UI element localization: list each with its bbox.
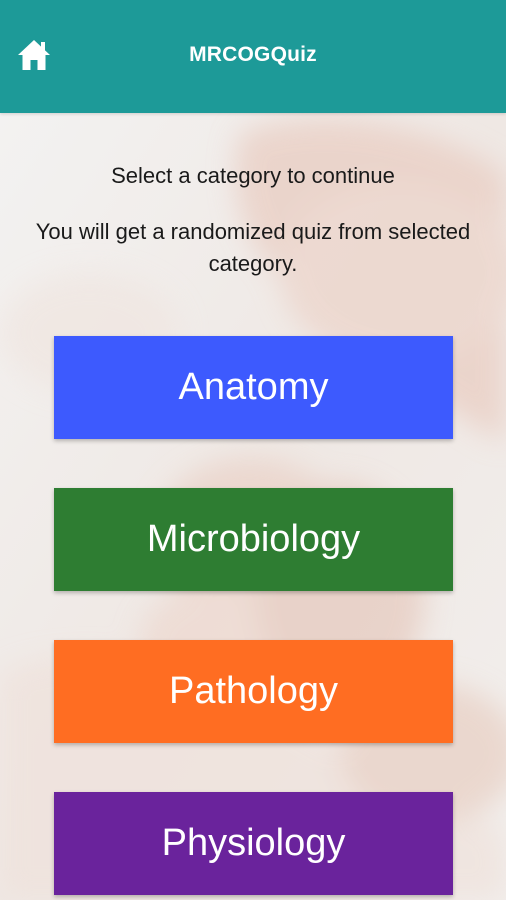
category-button-physiology[interactable]: Physiology xyxy=(54,792,453,895)
instruction-text: Select a category to continue xyxy=(111,163,395,188)
category-button-pathology[interactable]: Pathology xyxy=(54,640,453,743)
app-screen: MRCOGQuiz Select a category to continue … xyxy=(0,0,506,900)
app-title: MRCOGQuiz xyxy=(189,43,317,66)
category-button-microbiology[interactable]: Microbiology xyxy=(54,488,453,591)
app-header: MRCOGQuiz xyxy=(0,0,506,113)
category-button-anatomy[interactable]: Anatomy xyxy=(54,336,453,439)
description-text: You will get a randomized quiz from sele… xyxy=(35,219,471,276)
